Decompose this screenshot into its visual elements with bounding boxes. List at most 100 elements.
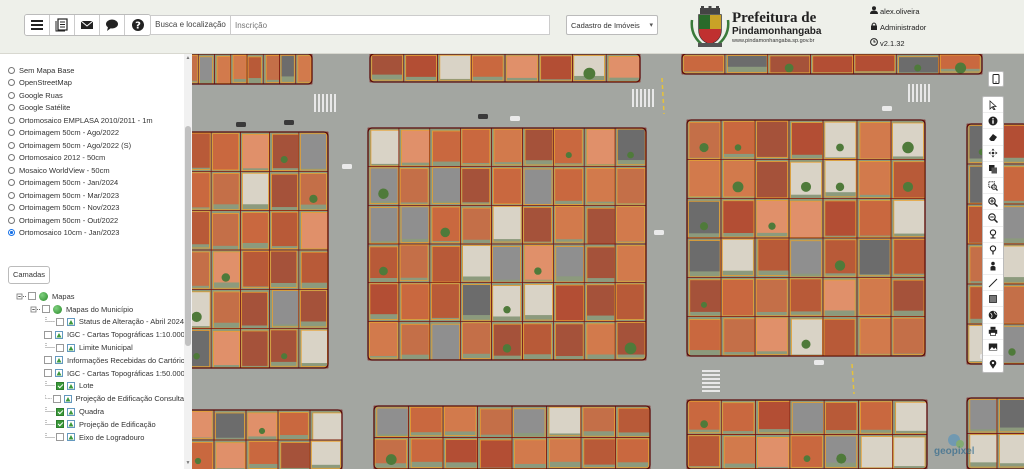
tree-root-row[interactable]: Mapas <box>14 290 184 303</box>
layer-checkbox[interactable] <box>56 407 64 416</box>
search-type-label[interactable]: Busca e localização <box>150 15 230 35</box>
street-view-tool-button[interactable] <box>983 259 1003 276</box>
building-roof <box>301 212 328 249</box>
base-layer-option[interactable]: Sem Mapa Base <box>8 64 153 77</box>
layer-checkbox[interactable] <box>56 420 64 429</box>
base-layer-option[interactable]: Ortomosaico 2012 - 50cm <box>8 152 153 165</box>
base-layer-option[interactable]: Ortoimagem 50cm - Ago/2022 (S) <box>8 139 153 152</box>
layer-checkbox[interactable] <box>56 381 64 390</box>
layer-checkbox[interactable] <box>44 369 52 378</box>
zoom-in-tool-button[interactable] <box>983 194 1003 211</box>
cursor-tool-button[interactable] <box>983 97 1003 114</box>
base-layer-radio[interactable] <box>8 229 15 237</box>
zoom-previous-tool-button[interactable] <box>983 227 1003 243</box>
building-roof <box>722 279 754 316</box>
base-layer-option[interactable]: Ortoimagem 50cm - Jan/2024 <box>8 177 153 190</box>
tree-group-row[interactable]: Mapas do Município <box>14 303 184 316</box>
tree-canopy <box>699 142 709 153</box>
building-roof <box>376 407 409 435</box>
mail-button[interactable] <box>75 15 100 35</box>
layer-checkbox[interactable] <box>56 343 64 352</box>
base-layer-radio[interactable] <box>8 179 15 187</box>
pan-tool-button[interactable] <box>983 146 1003 162</box>
layers-button[interactable] <box>50 15 75 35</box>
image-tool-button[interactable] <box>983 340 1003 356</box>
layer-checkbox[interactable] <box>55 317 64 326</box>
mobile-view-button[interactable] <box>988 71 1004 87</box>
ortho-map-image[interactable] <box>192 54 1024 469</box>
base-layer-radio[interactable] <box>8 154 15 162</box>
building-roof <box>401 324 430 355</box>
base-layer-radio[interactable] <box>8 166 15 174</box>
tree-layer-item[interactable]: Lote <box>14 380 184 393</box>
tree-layer-item[interactable]: Limite Municipal <box>14 341 184 354</box>
tree-expander-icon[interactable] <box>16 292 28 301</box>
base-layer-option[interactable]: Ortoimagem 50cm - Ago/2022 <box>8 127 153 140</box>
base-layer-radio[interactable] <box>8 129 15 137</box>
layer-checkbox[interactable] <box>44 330 52 339</box>
print-tool-button[interactable] <box>983 324 1003 340</box>
marker-tool-button[interactable] <box>983 356 1003 372</box>
tree-canopy <box>700 420 708 429</box>
tree-layer-item[interactable]: IGC - Cartas Topográficas 1:50.000 <box>14 367 184 380</box>
layer-checkbox[interactable] <box>56 433 64 442</box>
base-layer-option[interactable]: Mosaico WorldView - 50cm <box>8 164 153 177</box>
scroll-up-arrow-icon[interactable]: ▲ <box>185 55 191 61</box>
building-roof <box>587 208 615 244</box>
menu-button[interactable] <box>25 15 50 35</box>
base-layer-radio[interactable] <box>8 204 15 212</box>
tree-expander-icon[interactable] <box>30 305 42 314</box>
building-roof <box>555 323 584 357</box>
base-layer-option[interactable]: Ortomosaico EMPLASA 2010/2011 - 1m <box>8 114 153 127</box>
base-layer-radio[interactable] <box>8 79 15 87</box>
camadas-button[interactable]: Camadas <box>8 266 50 284</box>
eraser-tool-button[interactable] <box>983 129 1003 146</box>
base-layer-radio[interactable] <box>8 66 15 74</box>
base-layer-radio[interactable] <box>8 104 15 112</box>
zoom-box-tool-button[interactable] <box>983 178 1003 195</box>
tree-layer-item[interactable]: Status de Alteração - Abril 2024 <box>14 316 184 329</box>
base-layer-option[interactable]: Google Satélite <box>8 102 153 115</box>
module-select[interactable]: Cadastro de Imóveis ▾ <box>566 15 658 35</box>
info-tool-button[interactable] <box>983 113 1003 130</box>
base-layer-radio[interactable] <box>8 216 15 224</box>
tree-layer-item[interactable]: Informações Recebidas do Cartório <box>14 354 184 367</box>
layer-checkbox[interactable] <box>44 356 52 365</box>
base-layer-option[interactable]: Ortoimagem 50cm - Mar/2023 <box>8 189 153 202</box>
base-layer-option[interactable]: OpenStreetMap <box>8 77 153 90</box>
base-layer-option[interactable]: Ortoimagem 50cm - Out/2022 <box>8 214 153 227</box>
chat-button[interactable] <box>100 15 125 35</box>
measure-line-tool-button[interactable] <box>983 275 1003 292</box>
user-name-row[interactable]: alex.oliveira <box>870 3 926 19</box>
tree-layer-item[interactable]: Projeção de Edificação <box>14 418 184 431</box>
base-layer-radio[interactable] <box>8 116 15 124</box>
zoom-out-tool-button[interactable] <box>983 210 1003 227</box>
base-layer-option[interactable]: Ortomosaico 10cm - Jan/2023 <box>8 227 153 240</box>
tree-layer-item[interactable]: Quadra <box>14 405 184 418</box>
base-layer-option[interactable]: Ortoimagem 50cm - Nov/2023 <box>8 202 153 215</box>
tree-layer-item[interactable]: Projeção de Edificação Consulta <box>14 392 184 405</box>
building-roof <box>242 134 269 169</box>
layer-type-icon <box>55 356 63 365</box>
search-input[interactable] <box>230 15 550 35</box>
tree-layer-item[interactable]: Eixo de Logradouro <box>14 431 184 444</box>
building-roof <box>266 55 280 80</box>
tree-root-checkbox[interactable] <box>28 292 36 301</box>
crosswalk-stripe <box>920 84 922 102</box>
zoom-next-tool-button[interactable] <box>983 243 1003 259</box>
base-layer-radio[interactable] <box>8 141 15 149</box>
layer-label: Informações Recebidas do Cartório <box>67 355 184 365</box>
map-canvas[interactable] <box>192 54 1024 469</box>
scroll-down-arrow-icon[interactable]: ▼ <box>185 460 191 466</box>
help-button[interactable]: ? <box>125 15 150 35</box>
measure-area-tool-button[interactable] <box>983 291 1003 308</box>
layer-checkbox[interactable] <box>52 394 61 403</box>
base-layer-radio[interactable] <box>8 91 15 99</box>
tree-group-checkbox[interactable] <box>42 305 50 314</box>
copy-tool-button[interactable] <box>983 162 1003 178</box>
base-layer-radio[interactable] <box>8 191 15 199</box>
globe-tool-button[interactable] <box>983 307 1003 324</box>
base-layer-option[interactable]: Google Ruas <box>8 89 153 102</box>
tree-layer-item[interactable]: IGC - Cartas Topográficas 1:10.000 <box>14 328 184 341</box>
sidebar-scrollbar-thumb[interactable] <box>185 126 191 346</box>
